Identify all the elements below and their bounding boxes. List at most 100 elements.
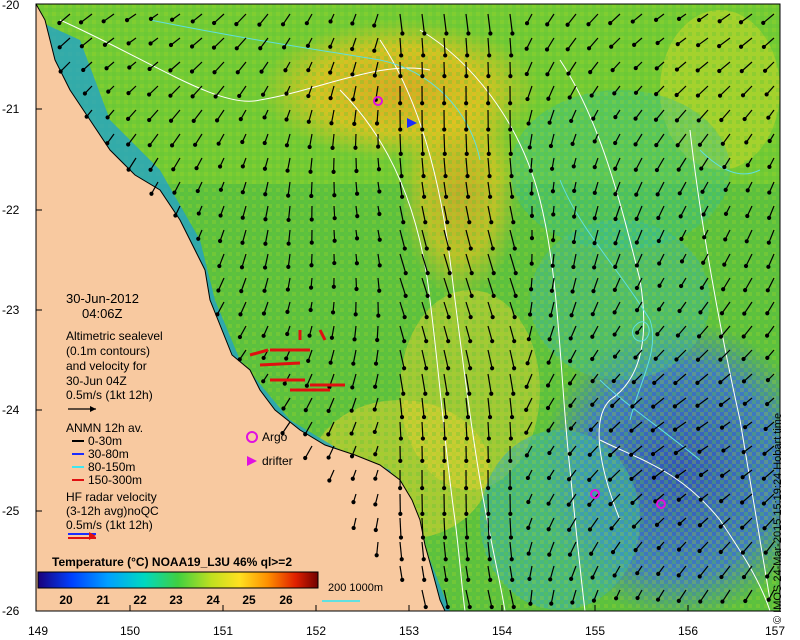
velocity-arrowhead bbox=[569, 576, 574, 581]
velocity-arrowhead bbox=[524, 407, 529, 412]
velocity-arrowhead bbox=[677, 521, 682, 526]
velocity-arrowhead bbox=[464, 486, 469, 491]
velocity-arrowhead bbox=[699, 285, 704, 290]
velocity-arrowhead bbox=[307, 144, 312, 150]
velocity-arrowhead bbox=[551, 212, 556, 217]
velocity-arrowhead bbox=[58, 69, 63, 74]
velocity-arrowhead bbox=[696, 426, 701, 431]
velocity-arrowhead bbox=[442, 436, 448, 441]
velocity-arrowhead bbox=[467, 391, 472, 396]
velocity-arrowhead bbox=[675, 143, 680, 148]
velocity-arrowhead bbox=[211, 45, 217, 50]
velocity-arrowhead bbox=[169, 17, 175, 22]
velocity-arrowhead bbox=[723, 237, 728, 242]
velocity-arrowhead bbox=[674, 92, 679, 98]
velocity-arrowhead bbox=[509, 53, 514, 58]
velocity-arrowhead bbox=[696, 118, 701, 123]
velocity-arrowhead bbox=[425, 293, 430, 298]
velocity-arrowhead bbox=[332, 216, 337, 221]
velocity-arrowhead bbox=[613, 140, 618, 146]
velocity-arrowhead bbox=[720, 141, 725, 146]
velocity-arrowhead bbox=[466, 31, 471, 36]
velocity-arrowhead bbox=[286, 193, 291, 198]
depth-legend-label: 200 1000m bbox=[328, 582, 384, 594]
velocity-arrowhead bbox=[465, 414, 471, 420]
velocity-arrowhead bbox=[763, 426, 768, 432]
velocity-arrowhead bbox=[351, 500, 356, 505]
velocity-arrowhead bbox=[168, 68, 173, 73]
xtick-label: 155 bbox=[584, 624, 606, 638]
velocity-arrowhead bbox=[352, 337, 357, 342]
velocity-arrowhead bbox=[589, 551, 594, 556]
velocity-arrowhead bbox=[633, 116, 638, 121]
colorbar-tick: 21 bbox=[96, 593, 110, 607]
velocity-arrowhead bbox=[676, 547, 682, 552]
velocity-arrowhead bbox=[719, 117, 724, 123]
velocity-arrowhead bbox=[511, 220, 516, 225]
velocity-arrowhead bbox=[464, 74, 469, 79]
ytick-label: -24 bbox=[2, 403, 20, 417]
velocity-arrowhead bbox=[717, 93, 723, 98]
velocity-arrowhead bbox=[420, 458, 425, 464]
velocity-arrowhead bbox=[697, 574, 702, 579]
velocity-arrowhead bbox=[196, 236, 201, 241]
xtick-label: 153 bbox=[398, 624, 420, 638]
velocity-arrowhead bbox=[608, 502, 613, 507]
velocity-arrowhead bbox=[509, 557, 514, 562]
hf-radar-line: HF radar velocity bbox=[66, 490, 157, 504]
velocity-arrowhead bbox=[527, 312, 533, 317]
velocity-arrowhead bbox=[546, 475, 552, 481]
velocity-arrowhead bbox=[349, 408, 354, 413]
velocity-arrowhead bbox=[568, 336, 573, 341]
velocity-arrowhead bbox=[373, 502, 378, 507]
velocity-arrowhead bbox=[306, 358, 311, 363]
velocity-arrowhead bbox=[487, 557, 492, 562]
velocity-arrowhead bbox=[489, 604, 494, 610]
velocity-arrowhead bbox=[629, 476, 634, 482]
xtick-label: 157 bbox=[764, 624, 786, 638]
velocity-arrowhead bbox=[349, 431, 354, 436]
velocity-arrowhead bbox=[373, 527, 378, 533]
velocity-arrow bbox=[399, 133, 402, 154]
velocity-arrowhead bbox=[653, 17, 659, 22]
velocity-arrowhead bbox=[672, 404, 677, 409]
velocity-arrowhead bbox=[612, 91, 617, 96]
velocity-arrowhead bbox=[374, 121, 380, 126]
velocity-arrowhead bbox=[401, 391, 406, 396]
velocity-arrowhead bbox=[306, 68, 311, 73]
velocity-arrowhead bbox=[445, 604, 450, 610]
velocity-arrowhead bbox=[742, 116, 747, 122]
velocity-arrowhead bbox=[613, 264, 618, 269]
velocity-arrowhead bbox=[286, 241, 291, 246]
velocity-arrowhead bbox=[331, 284, 336, 289]
velocity-arrowhead bbox=[374, 553, 379, 558]
velocity-arrowhead bbox=[402, 246, 407, 251]
velocity-arrowhead bbox=[651, 475, 657, 480]
velocity-arrowhead bbox=[634, 240, 639, 245]
velocity-arrowhead bbox=[148, 16, 154, 21]
velocity-arrow bbox=[421, 133, 424, 154]
velocity-arrowhead bbox=[421, 173, 426, 179]
xtick-label: 152 bbox=[305, 624, 327, 638]
velocity-arrowhead bbox=[421, 557, 426, 562]
velocity-arrowhead bbox=[349, 454, 355, 459]
velocity-arrowhead bbox=[701, 212, 706, 217]
velocity-arrowhead bbox=[721, 448, 726, 453]
velocity-arrowhead bbox=[284, 143, 290, 148]
velocity-arrowhead bbox=[524, 71, 529, 77]
velocity-arrowhead bbox=[486, 127, 491, 132]
velocity-arrowhead bbox=[464, 101, 469, 106]
colorbar-tick: 22 bbox=[133, 593, 147, 607]
velocity-arrowhead bbox=[569, 313, 574, 318]
velocity-arrowhead bbox=[587, 477, 592, 482]
velocity-arrowhead bbox=[351, 97, 356, 102]
velocity-arrowhead bbox=[420, 74, 425, 79]
velocity-arrowhead bbox=[524, 46, 529, 51]
velocity-arrowhead bbox=[420, 127, 425, 132]
anmn-title: ANMN 12h av. bbox=[66, 421, 144, 435]
velocity-arrowhead bbox=[194, 166, 199, 171]
velocity-arrowhead bbox=[172, 190, 177, 195]
velocity-arrowhead bbox=[376, 313, 381, 318]
velocity-arrowhead bbox=[527, 145, 532, 150]
velocity-arrowhead bbox=[105, 141, 110, 146]
